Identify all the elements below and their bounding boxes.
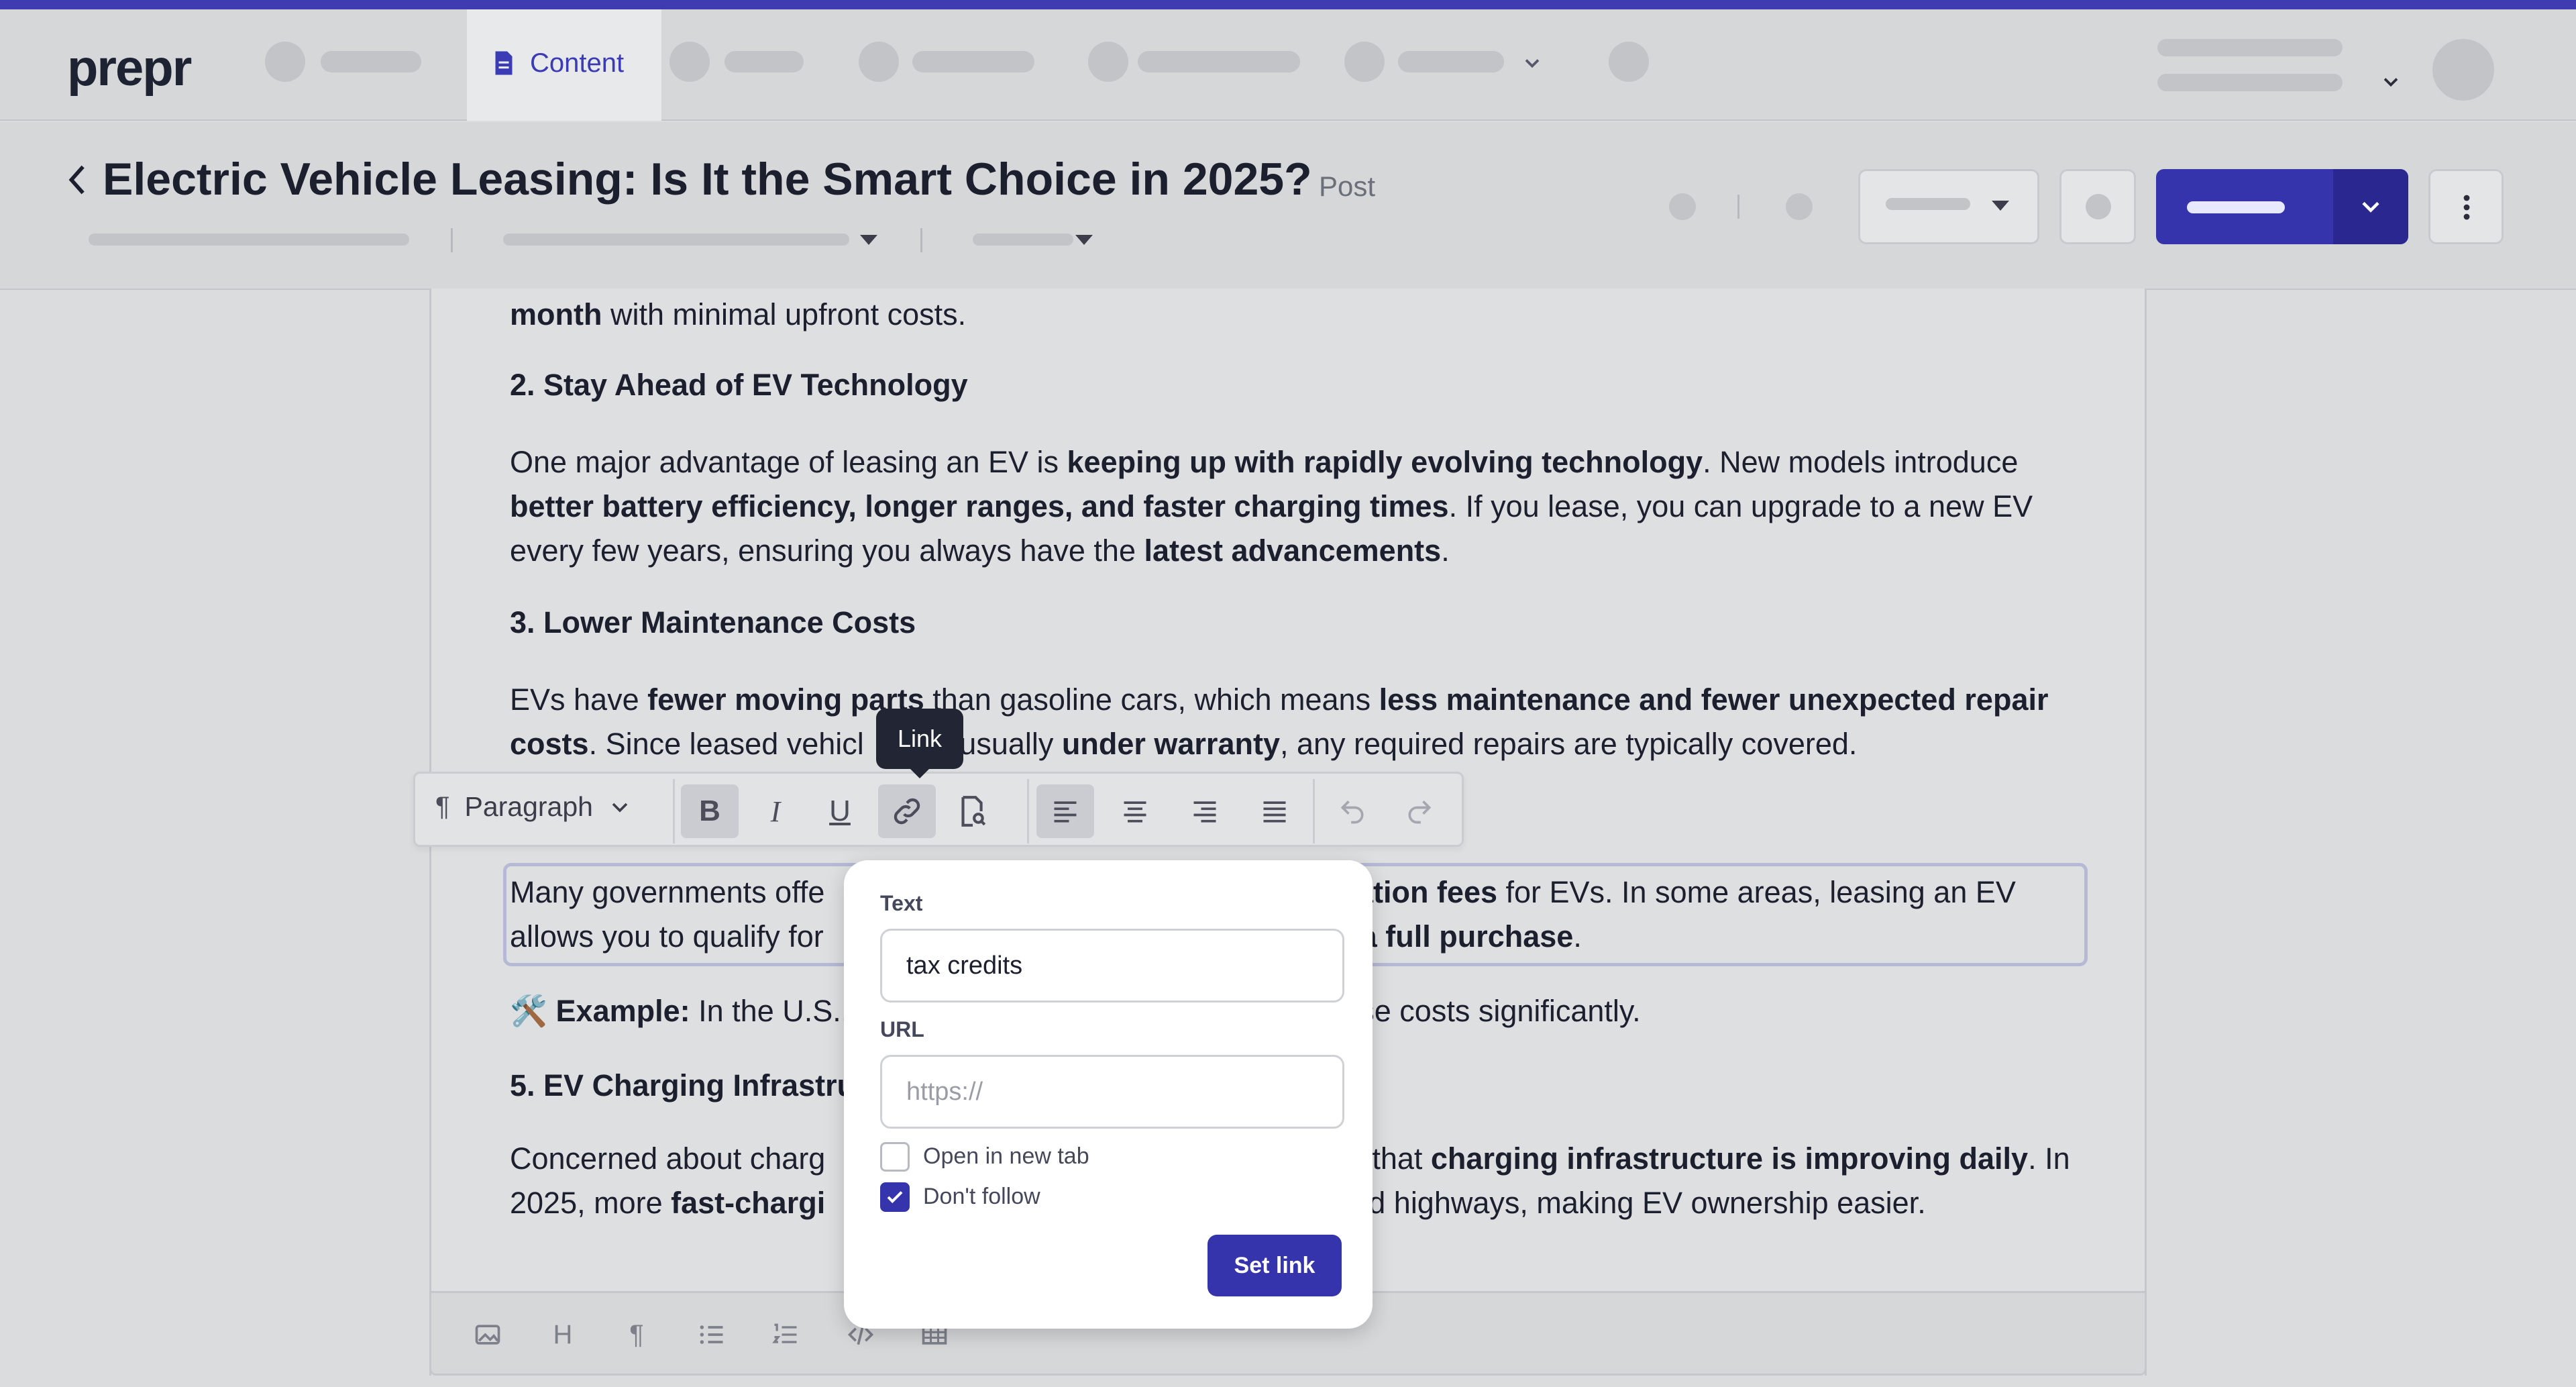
paragraph[interactable]: One major advantage of leasing an EV is …: [510, 440, 2033, 573]
dont-follow-label: Don't follow: [923, 1184, 1040, 1209]
page-title: Electric Vehicle Leasing: Is It the Smar…: [103, 154, 1312, 205]
link-text-input[interactable]: [880, 929, 1344, 1003]
align-right-button[interactable]: [1176, 784, 1234, 838]
link-url-input[interactable]: [880, 1055, 1344, 1129]
paragraph[interactable]: month with minimal upfront costs.: [510, 293, 966, 337]
nav-item-placeholder-icon[interactable]: [1088, 42, 1128, 82]
divider: [920, 228, 922, 252]
align-center-button[interactable]: [1106, 784, 1164, 838]
nav-item-placeholder-icon[interactable]: [669, 42, 710, 82]
nav-item-placeholder-label[interactable]: [912, 51, 1034, 72]
formatting-toolbar: ¶ Paragraph B I U: [413, 772, 1464, 847]
nav-item-placeholder-icon[interactable]: [1344, 42, 1385, 82]
chevron-down-icon: [612, 803, 628, 813]
pilcrow-icon: ¶: [435, 792, 450, 821]
text-field-label: Text: [880, 891, 923, 915]
caret-down-icon[interactable]: [860, 235, 877, 245]
image-icon[interactable]: [469, 1316, 506, 1353]
paragraph[interactable]: EVs have fewer moving parts than gasolin…: [510, 678, 2048, 766]
more-vertical-icon: [2463, 195, 2470, 220]
caret-down-icon[interactable]: [1075, 235, 1093, 245]
back-arrow-icon[interactable]: [66, 162, 89, 197]
divider: [1027, 779, 1029, 843]
heading-icon[interactable]: H: [544, 1316, 582, 1353]
nav-item-placeholder-icon[interactable]: [1609, 42, 1649, 82]
align-justify-icon: [1263, 801, 1286, 823]
redo-icon: [1408, 801, 1432, 824]
url-field-label: URL: [880, 1017, 924, 1041]
language-select-button[interactable]: [1858, 169, 2039, 244]
align-justify-button[interactable]: [1246, 784, 1303, 838]
top-accent-stripe: [0, 0, 2576, 9]
align-left-icon: [1054, 801, 1077, 823]
block-type-label: Paragraph: [464, 791, 593, 822]
avatar[interactable]: [2432, 39, 2494, 101]
align-right-icon: [1193, 801, 1216, 823]
divider: [1737, 195, 1739, 219]
publish-button[interactable]: [2156, 169, 2408, 244]
user-name-placeholder: [2157, 39, 2343, 56]
heading[interactable]: 2. Stay Ahead of EV Technology: [510, 368, 968, 403]
chevron-down-icon[interactable]: [1520, 51, 1544, 75]
link-button[interactable]: [878, 784, 936, 838]
user-org-placeholder: [2157, 74, 2343, 91]
content-type-label: Post: [1319, 170, 1376, 202]
nav-item-placeholder-icon[interactable]: [859, 42, 899, 82]
nav-item-placeholder-label[interactable]: [1398, 51, 1504, 72]
dont-follow-checkbox[interactable]: [880, 1182, 910, 1212]
align-left-button[interactable]: [1036, 784, 1094, 838]
meta-placeholder[interactable]: [973, 234, 1073, 246]
preview-button[interactable]: [2059, 169, 2136, 244]
underline-button[interactable]: U: [811, 784, 869, 838]
paragraph-icon[interactable]: ¶: [618, 1316, 655, 1353]
checkmark-icon: [887, 1191, 903, 1204]
numbered-list-icon[interactable]: [767, 1316, 804, 1353]
redo-button[interactable]: [1391, 784, 1448, 838]
internal-link-button[interactable]: [943, 784, 1000, 838]
divider: [1313, 779, 1315, 843]
undo-icon: [1340, 801, 1364, 824]
document-icon: [495, 51, 513, 75]
status-dot-icon[interactable]: [1669, 193, 1696, 220]
nav-tab-label: Content: [530, 48, 625, 78]
italic-button[interactable]: I: [747, 784, 804, 838]
meta-placeholder[interactable]: [503, 234, 849, 246]
publish-options-dropdown[interactable]: [2333, 169, 2408, 244]
nav-tab-content[interactable]: Content: [467, 9, 661, 121]
more-options-button[interactable]: [2428, 169, 2504, 244]
nav-item-placeholder-label[interactable]: [1138, 51, 1300, 72]
nav-item-placeholder-label[interactable]: [321, 51, 421, 72]
top-navigation-bar: prepr: [0, 9, 2576, 121]
divider: [451, 228, 453, 252]
align-center-icon: [1124, 801, 1146, 823]
block-type-dropdown[interactable]: ¶ Paragraph: [435, 791, 633, 823]
heading[interactable]: 5. EV Charging Infrastru: [510, 1068, 855, 1103]
nav-item-placeholder-label[interactable]: [724, 51, 804, 72]
bold-button[interactable]: B: [681, 784, 739, 838]
publish-label-placeholder: [2187, 201, 2285, 213]
preview-icon: [2086, 194, 2111, 219]
nav-item-placeholder-icon[interactable]: [265, 42, 305, 82]
select-value-placeholder: [1886, 198, 1970, 210]
chevron-down-icon[interactable]: [2379, 70, 2403, 94]
divider: [673, 779, 675, 843]
link-popover: Text URL Open in new tab Don't follow Se…: [844, 860, 1373, 1329]
heading[interactable]: 3. Lower Maintenance Costs: [510, 605, 916, 640]
link-tooltip: Link: [876, 709, 963, 778]
prepr-logo[interactable]: prepr: [67, 39, 192, 97]
link-icon: [894, 798, 920, 825]
status-dot-icon[interactable]: [1786, 193, 1813, 220]
document-link-icon: [961, 796, 986, 827]
chevron-down-icon: [2362, 201, 2379, 213]
undo-button[interactable]: [1324, 784, 1381, 838]
open-new-tab-checkbox[interactable]: [880, 1142, 910, 1172]
bullet-list-icon[interactable]: [693, 1316, 731, 1353]
meta-placeholder: [89, 234, 409, 246]
caret-down-icon: [1992, 201, 2009, 211]
open-new-tab-label: Open in new tab: [923, 1143, 1089, 1169]
set-link-button[interactable]: Set link: [1208, 1235, 1342, 1296]
